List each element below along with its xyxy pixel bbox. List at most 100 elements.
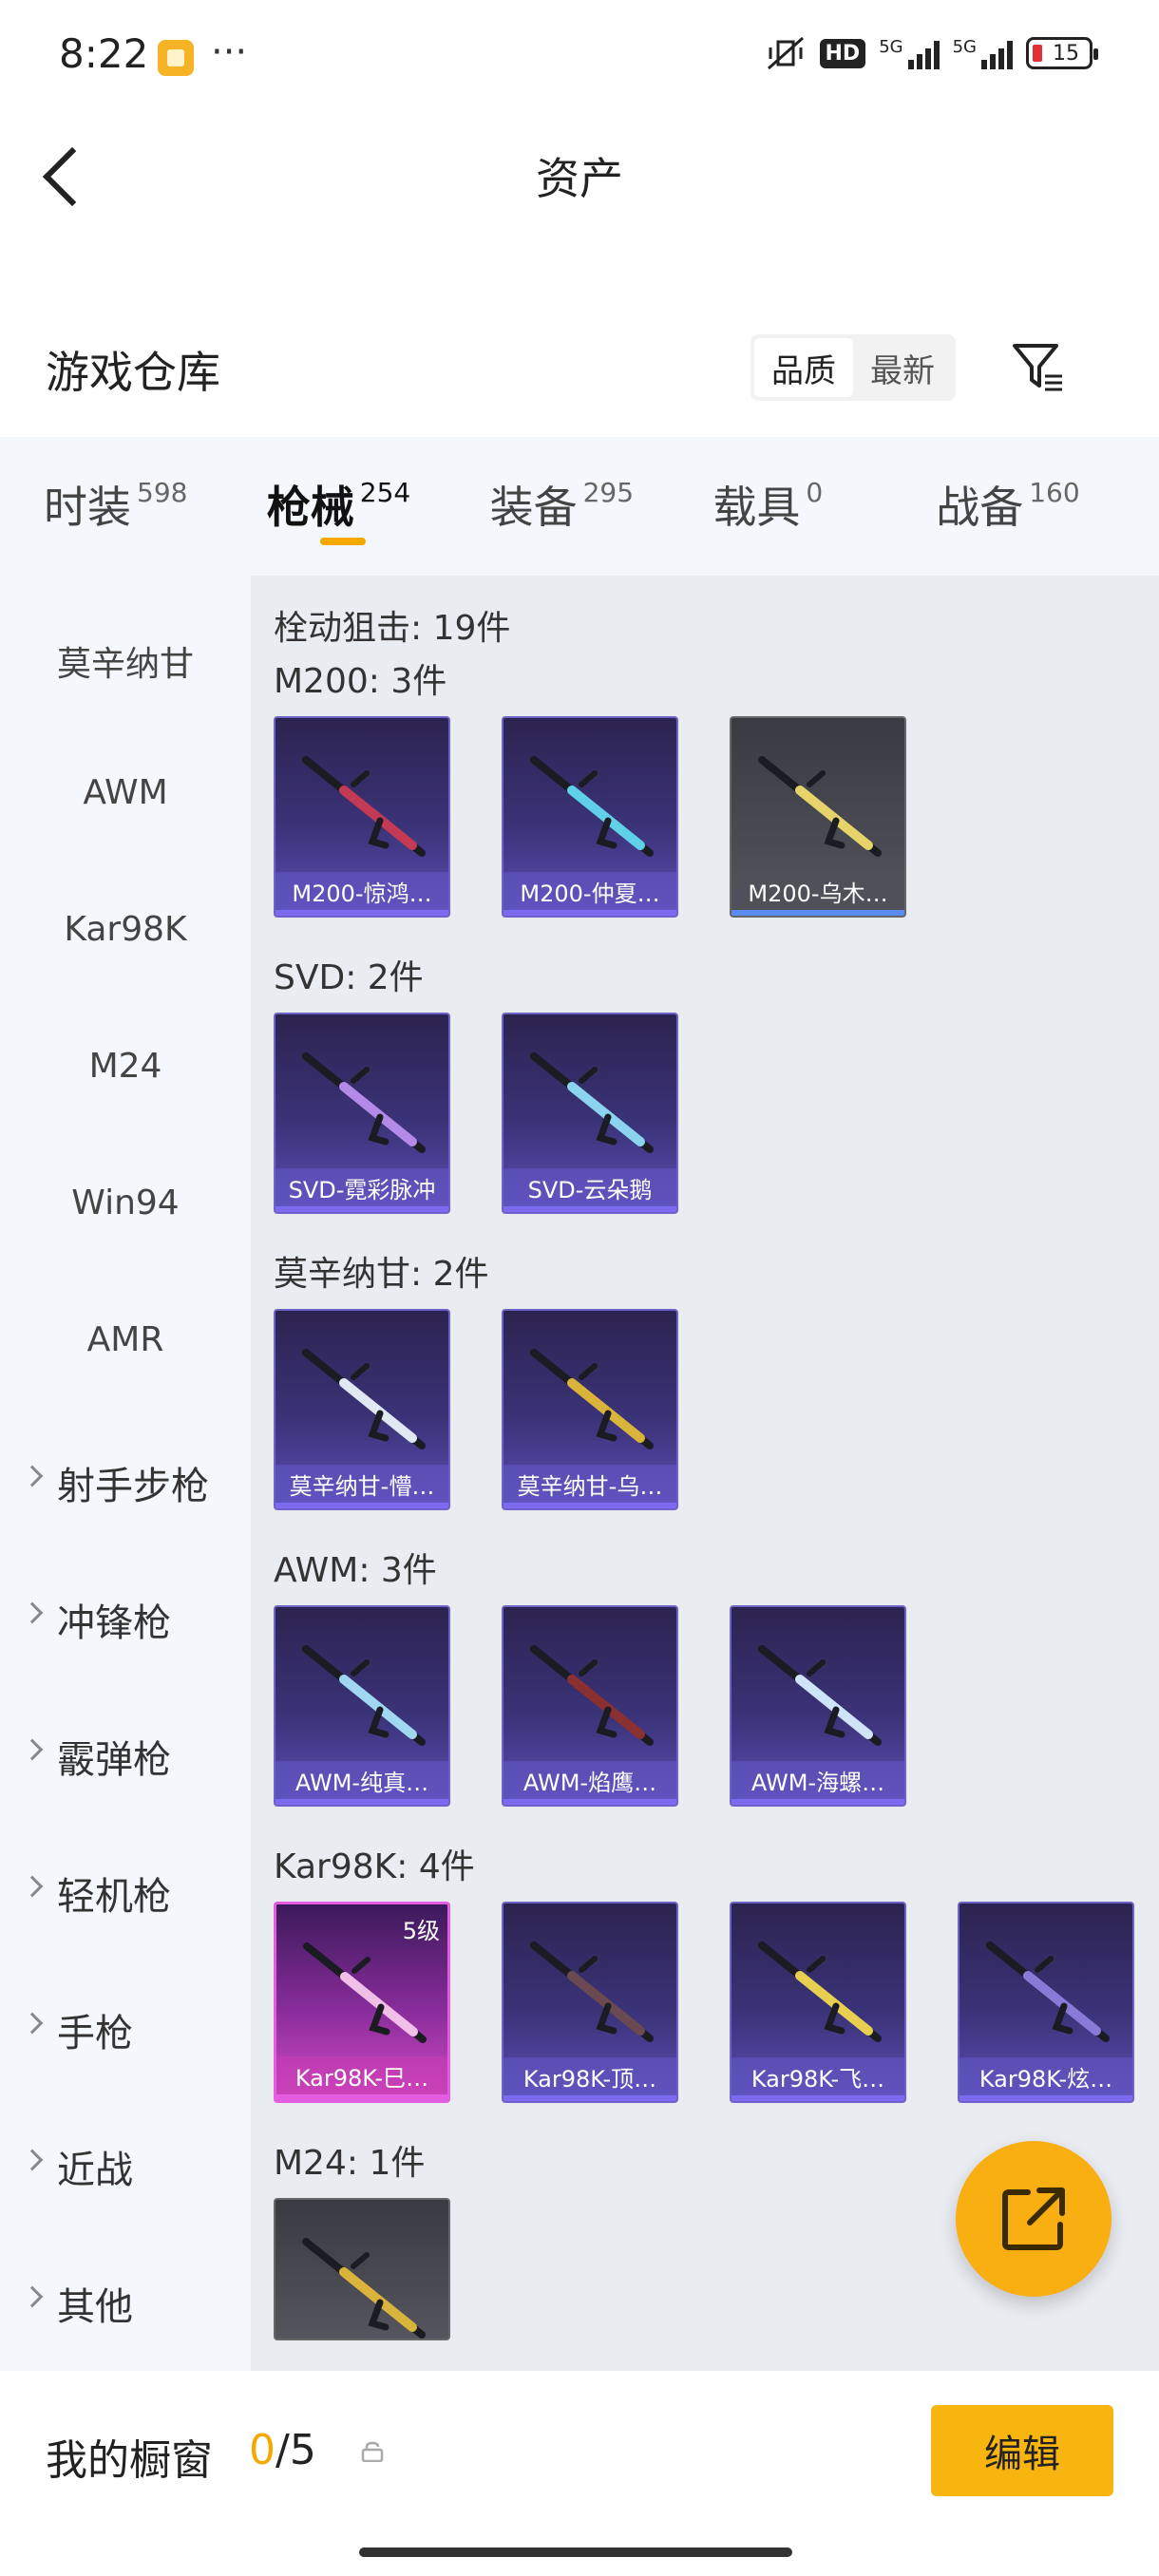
showcase-label: 我的橱窗: [46, 2436, 213, 2485]
section-title: SVD: 2件: [274, 958, 424, 997]
chevron-right-icon: [21, 2012, 44, 2035]
weapon-card[interactable]: Kar98K-顶…: [502, 1902, 678, 2103]
section-title: M24: 1件: [274, 2144, 426, 2183]
category-title: 栓动狙击: 19件: [274, 609, 511, 648]
chevron-right-icon: [21, 1601, 44, 1624]
weapon-card[interactable]: Kar98K-飞…: [730, 1902, 906, 2103]
rarity-bar: [732, 910, 904, 916]
rarity-bar: [276, 1206, 448, 1212]
system-icons: HD 5G 5G 15: [765, 34, 1098, 72]
chevron-right-icon: [21, 1738, 44, 1761]
status-bar: 8:22 ··· HD 5G 5G 15: [0, 0, 1159, 114]
tab-supplies[interactable]: 战备 160: [936, 437, 1159, 576]
showcase-bar: 我的橱窗 0/5 编辑: [0, 2371, 1159, 2576]
rarity-bar: [732, 2095, 904, 2101]
weapon-card[interactable]: AWM-海螺…: [730, 1605, 906, 1807]
sidebar-item-m24[interactable]: M24: [0, 1047, 251, 1086]
home-indicator: [359, 2548, 792, 2557]
sidebar-item-kar98k[interactable]: Kar98K: [0, 910, 251, 949]
sort-quality-button[interactable]: 品质: [754, 338, 853, 397]
sort-toggle[interactable]: 品质 最新: [750, 334, 956, 401]
category-tabs: 时装 598 枪械 254 装备 295 载具 0 战备 160: [0, 437, 1159, 576]
notification-icon: [158, 40, 194, 76]
page-title: 资产: [536, 153, 623, 204]
rifle-icon: [986, 1941, 1110, 2042]
section-title: AWM: 3件: [274, 1551, 437, 1590]
rifle-icon: [530, 1052, 654, 1153]
more-notifications-icon: ···: [211, 30, 248, 74]
weapon-card[interactable]: [274, 2198, 450, 2340]
battery-level: 15: [1053, 41, 1079, 66]
section-title: M200: 3件: [274, 662, 447, 701]
weapon-card[interactable]: M200-仲夏…: [502, 716, 678, 918]
share-button[interactable]: [956, 2141, 1112, 2297]
weapon-card[interactable]: AWM-纯真…: [274, 1605, 450, 1807]
filter-button[interactable]: [1009, 338, 1066, 395]
rifle-icon: [530, 1941, 654, 2042]
level-badge: 5级: [402, 1918, 440, 1944]
rarity-bar: [504, 1799, 676, 1805]
sidebar-group-marksman[interactable]: 射手步枪: [0, 1455, 251, 1510]
rifle-icon: [758, 756, 882, 857]
weapon-card[interactable]: 5级 Kar98K-巳…: [274, 1902, 450, 2103]
tab-fashion[interactable]: 时装 598: [44, 437, 267, 576]
rifle-icon: [758, 1645, 882, 1746]
sidebar-group-shotgun[interactable]: 霰弹枪: [0, 1729, 251, 1784]
sidebar-item-mosin[interactable]: 莫辛纳甘: [0, 636, 251, 686]
hd-icon: HD: [819, 38, 866, 68]
rifle-icon: [530, 756, 654, 857]
sidebar: 莫辛纳甘 AWM Kar98K M24 Win94 AMR 射手步枪 冲锋枪 霰…: [0, 576, 251, 2371]
tab-vehicles[interactable]: 载具 0: [712, 437, 936, 576]
chevron-right-icon: [21, 2149, 44, 2171]
sidebar-group-smg[interactable]: 冲锋枪: [0, 1592, 251, 1647]
sidebar-item-amr[interactable]: AMR: [0, 1320, 251, 1359]
chevron-right-icon: [21, 1465, 44, 1487]
rifle-icon: [302, 1645, 426, 1746]
warehouse-title: 游戏仓库: [46, 347, 220, 398]
sidebar-item-awm[interactable]: AWM: [0, 773, 251, 812]
rarity-bar: [504, 2095, 676, 2101]
chevron-right-icon: [21, 1875, 44, 1898]
rarity-bar: [276, 2094, 447, 2100]
rarity-bar: [732, 1799, 904, 1805]
rifle-icon: [530, 1349, 654, 1449]
weapon-card[interactable]: Kar98K-炫…: [958, 1902, 1134, 2103]
sidebar-group-melee[interactable]: 近战: [0, 2139, 251, 2194]
weapon-card[interactable]: AWM-焰鹰…: [502, 1605, 678, 1807]
chevron-right-icon: [21, 2285, 44, 2308]
sidebar-group-other[interactable]: 其他: [0, 2276, 251, 2331]
showcase-count: 0/5: [249, 2426, 316, 2474]
rifle-icon: [302, 1052, 426, 1153]
edit-button[interactable]: 编辑: [931, 2405, 1113, 2496]
section-title: Kar98K: 4件: [274, 1847, 475, 1886]
rarity-bar: [960, 2095, 1132, 2101]
rifle-icon: [302, 756, 426, 857]
tab-weapons[interactable]: 枪械 254: [267, 437, 490, 576]
rifle-icon: [303, 1942, 427, 2043]
tab-equipment[interactable]: 装备 295: [490, 437, 713, 576]
external-link-icon: [1002, 2188, 1065, 2250]
weapon-list: 栓动狙击: 19件 M200: 3件 M200-惊鸿… M200-仲夏… M200-乌…: [251, 576, 1159, 2371]
signal-icon-2: 5G: [953, 37, 1013, 69]
sidebar-group-lmg[interactable]: 轻机枪: [0, 1866, 251, 1921]
signal-icon: 5G: [879, 37, 940, 69]
weapon-card[interactable]: SVD-霓彩脉冲: [274, 1013, 450, 1214]
weapon-card[interactable]: 莫辛纳甘-乌…: [502, 1309, 678, 1510]
rarity-bar: [276, 1799, 448, 1805]
sidebar-item-win94[interactable]: Win94: [0, 1184, 251, 1222]
sort-latest-button[interactable]: 最新: [853, 338, 952, 397]
rarity-bar: [504, 910, 676, 916]
weapon-card[interactable]: 莫辛纳甘-懵…: [274, 1309, 450, 1510]
weapon-card[interactable]: M200-惊鸿…: [274, 716, 450, 918]
weapon-card[interactable]: SVD-云朵鹅: [502, 1013, 678, 1214]
rarity-bar: [276, 910, 448, 916]
rifle-icon: [758, 1941, 882, 2042]
sidebar-group-pistol[interactable]: 手枪: [0, 2002, 251, 2057]
weapon-card[interactable]: M200-乌木…: [730, 716, 906, 918]
rarity-bar: [504, 1206, 676, 1212]
filter-icon: [1013, 344, 1062, 391]
clock: 8:22: [59, 30, 149, 77]
rarity-bar: [504, 1503, 676, 1508]
rifle-icon: [302, 2238, 426, 2339]
battery-icon: 15: [1026, 37, 1098, 69]
